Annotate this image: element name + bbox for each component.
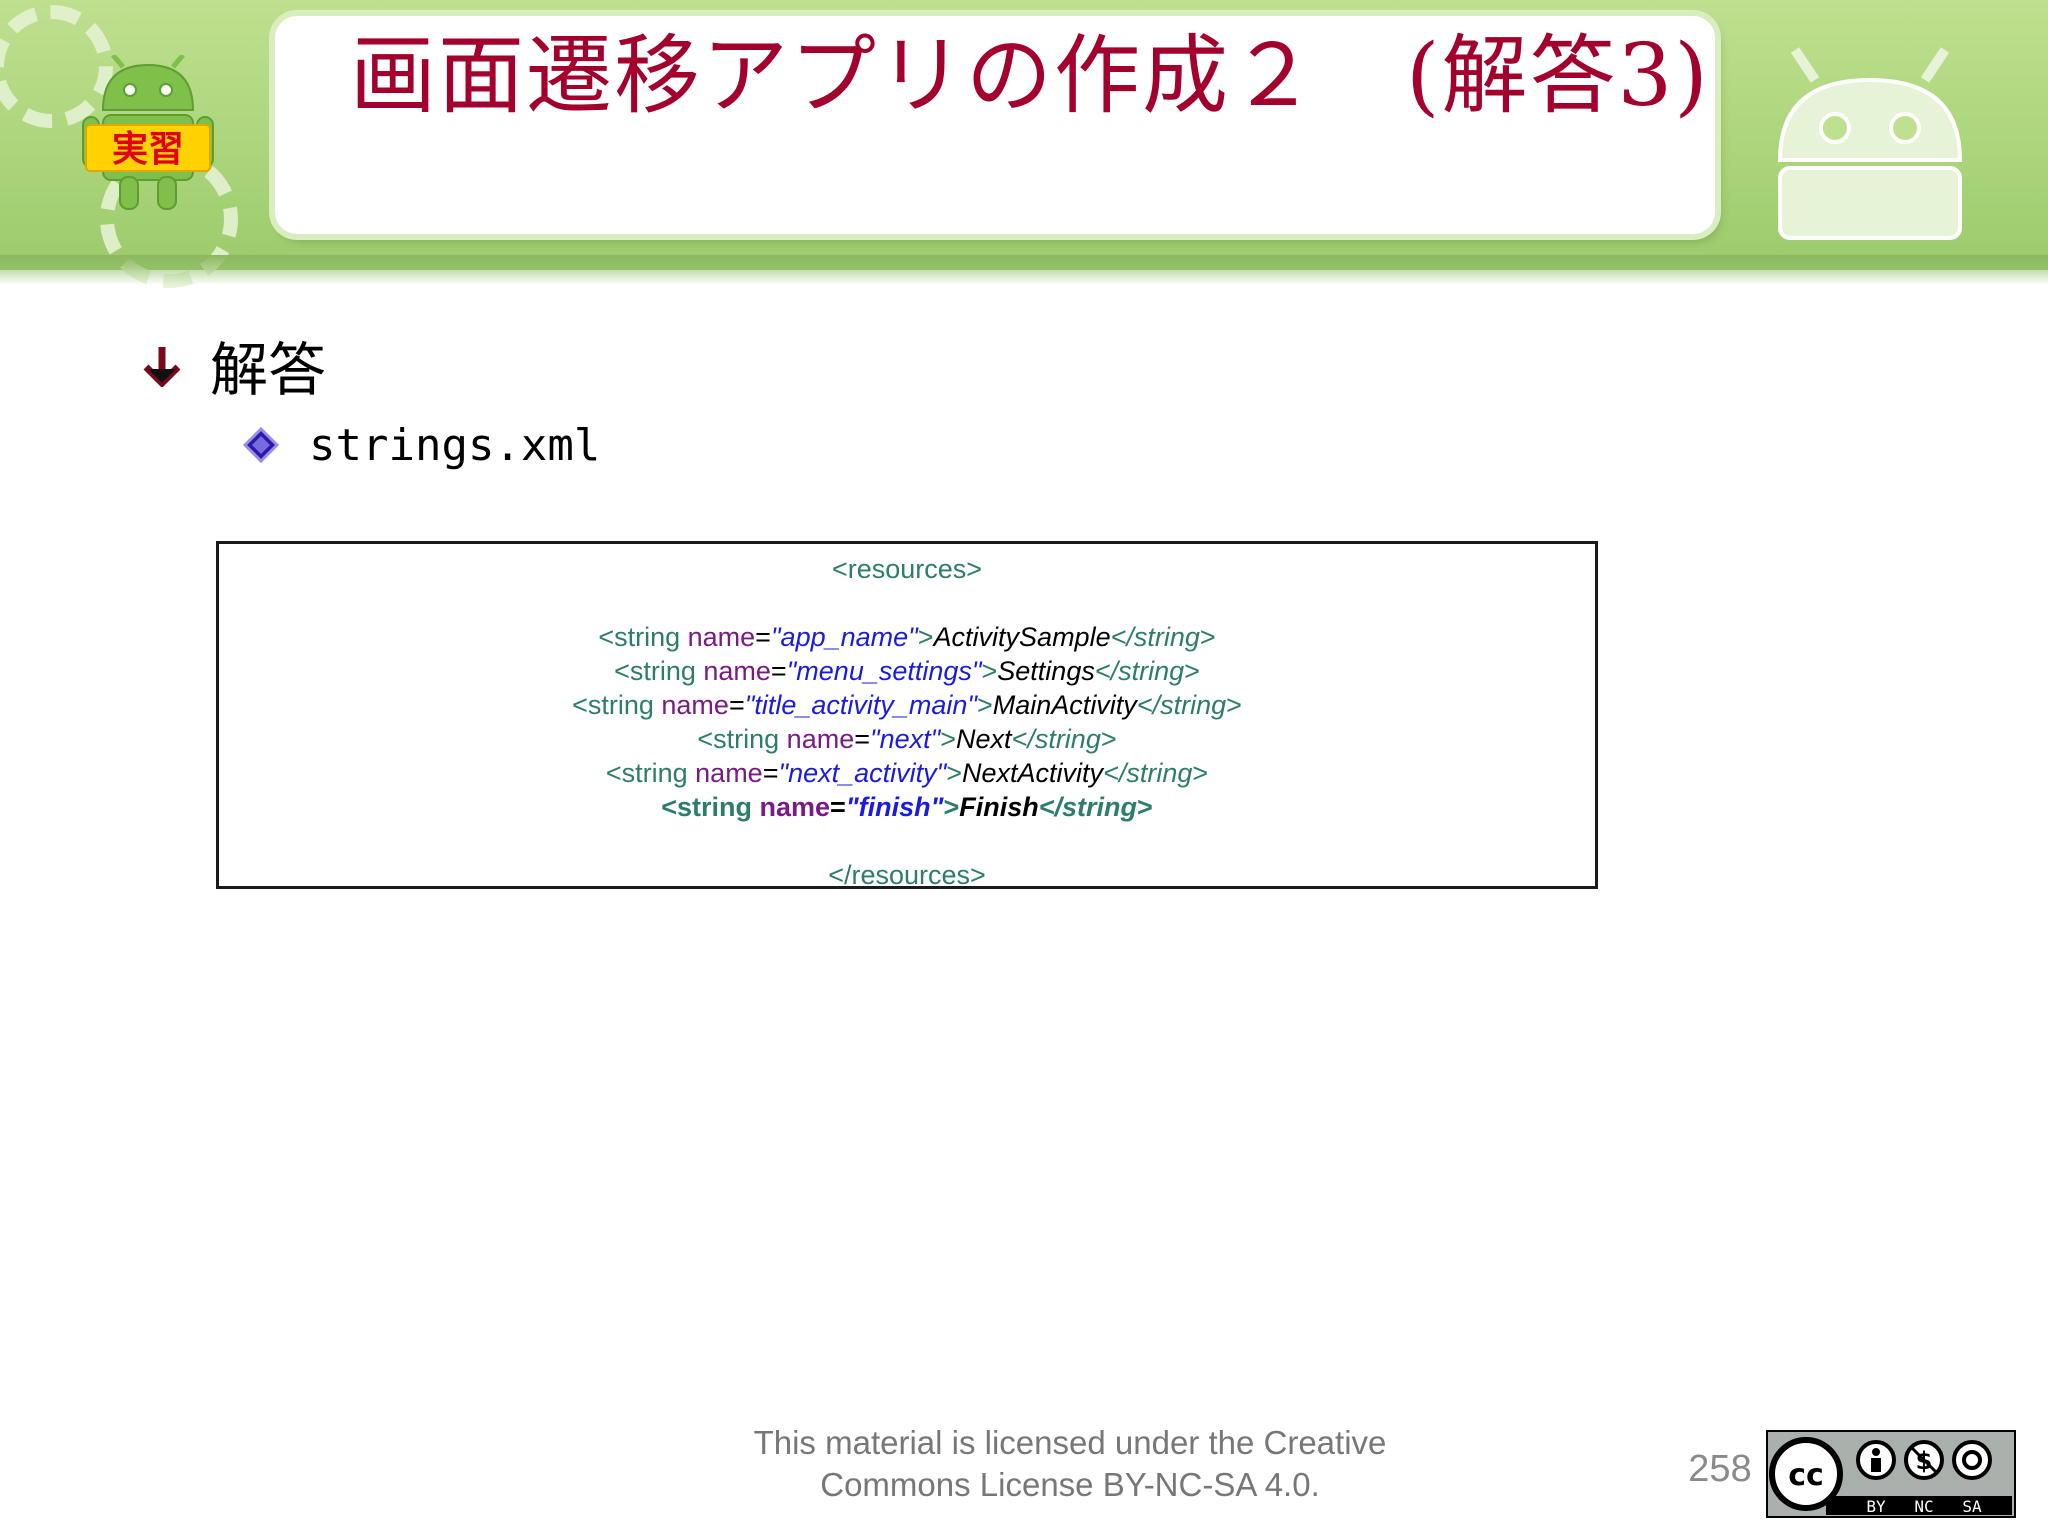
code-line: <string name="menu_settings">Settings</s… xyxy=(614,656,1200,686)
bullet-level1: 解答 xyxy=(140,330,326,404)
cc-label-nc: NC xyxy=(1914,1497,1933,1516)
arrow-bullet-icon xyxy=(143,347,181,387)
badge-label: 実習 xyxy=(112,129,184,170)
cc-label-sa: SA xyxy=(1962,1497,1982,1516)
diamond-bullet-icon xyxy=(243,427,279,463)
svg-text:cc: cc xyxy=(1788,1458,1824,1493)
code-line: </resources> xyxy=(828,860,986,890)
cc-license-icon: cc $ BY NC SA xyxy=(1766,1430,2016,1518)
code-line: <string name="next_activity">NextActivit… xyxy=(605,758,1209,788)
page-number: 258 xyxy=(1688,1448,1752,1490)
code-line: <string name="app_name">ActivitySample</… xyxy=(598,622,1216,652)
bullet-level2-text: strings.xml xyxy=(309,419,601,471)
android-robot-icon: 実習 xyxy=(82,55,214,210)
license-line: Commons License BY-NC-SA 4.0. xyxy=(820,1466,1320,1503)
code-line: <string name="title_activity_main">MainA… xyxy=(572,690,1242,720)
bullet-level2: strings.xml xyxy=(243,415,600,475)
code-line: <string name="next">Next</string> xyxy=(697,724,1117,754)
code-line: <string name="finish">Finish</string> xyxy=(661,792,1153,822)
license-line: This material is licensed under the Crea… xyxy=(753,1424,1387,1461)
license-notice: This material is licensed under the Crea… xyxy=(690,1422,1450,1506)
android-robot-icon xyxy=(1777,47,1963,240)
header-banner: 実習 画面遷移アプリの作成２ (解答3) xyxy=(0,0,2048,288)
code-line: <resources> xyxy=(831,554,983,584)
cc-label-by: BY xyxy=(1866,1497,1886,1516)
slide-title: 画面遷移アプリの作成２ (解答3) xyxy=(350,26,1710,126)
code-box: <resources> <string name="app_name">Acti… xyxy=(216,541,1598,890)
bullet-level1-text: 解答 xyxy=(210,336,327,404)
banner-shadow xyxy=(0,255,2048,285)
